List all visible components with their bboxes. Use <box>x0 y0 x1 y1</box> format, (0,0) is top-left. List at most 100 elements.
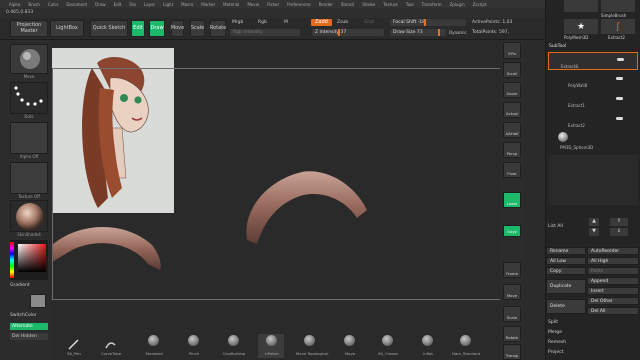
floor-button[interactable]: Floor <box>503 162 521 178</box>
draw-size-slider[interactable]: Draw Size 73 <box>390 29 446 36</box>
alternate-button[interactable]: Alternate <box>10 323 48 330</box>
brush-hpolish[interactable]: hPolish <box>258 334 284 358</box>
gxyz-button[interactable]: Gxyz <box>503 225 521 237</box>
projection-master-button[interactable]: Projection Master <box>10 20 48 37</box>
brush-pinch[interactable]: Pinch <box>180 334 206 358</box>
arrow-down-icon[interactable]: ▼ <box>589 228 599 236</box>
quick-sketch-button[interactable]: Quick Sketch <box>90 20 128 37</box>
brush-dam-standard[interactable]: Dam_Standard <box>452 334 480 358</box>
del-other-button[interactable]: Del Other <box>587 297 639 305</box>
copy-button[interactable]: Copy <box>546 267 586 275</box>
move-mode-button[interactable]: Move <box>171 20 184 37</box>
subtool-item-extract2[interactable]: Extract2 <box>548 112 638 130</box>
subtool-header[interactable]: SubTool <box>549 44 566 49</box>
arrow-up-icon[interactable]: ▲ <box>589 218 599 226</box>
project-section[interactable]: Project <box>548 350 563 355</box>
move-up-icon[interactable]: ⇑ <box>610 218 628 226</box>
brush-standard[interactable]: Standard <box>140 334 166 358</box>
rgb-toggle[interactable]: Rgb <box>258 20 267 25</box>
actual-button[interactable]: Actual <box>503 102 521 118</box>
scale-mode-button[interactable]: Scale <box>190 20 205 37</box>
list-all-button[interactable]: List All <box>548 224 563 229</box>
z-intensity-slider[interactable]: Z Intensity 37 <box>312 29 384 36</box>
menu-light[interactable]: Light <box>160 2 176 7</box>
eye-icon[interactable] <box>617 58 624 61</box>
draw-button[interactable]: Draw <box>149 20 165 37</box>
eye-icon[interactable] <box>616 77 623 80</box>
menu-render[interactable]: Render <box>316 2 336 7</box>
brush-inflat[interactable]: Inflat <box>414 334 440 358</box>
zadd-toggle[interactable]: Zadd <box>311 19 332 26</box>
menu-zplugin[interactable]: Zplugin <box>447 2 468 7</box>
rgb-intensity-slider[interactable]: Rgb Intensity <box>230 29 300 36</box>
menu-picker[interactable]: Picker <box>264 2 282 7</box>
delete-button[interactable]: Delete <box>546 299 586 314</box>
brush-move[interactable]: Move <box>336 334 362 358</box>
paste-button[interactable]: Paste <box>587 267 639 275</box>
rotate-view-button[interactable]: Rotate <box>503 326 521 342</box>
menu-draw[interactable]: Draw <box>92 2 108 7</box>
rename-button[interactable]: Rename <box>546 247 586 255</box>
autoreorder-button[interactable]: AutoReorder <box>587 247 639 255</box>
append-button[interactable]: Append <box>587 277 639 285</box>
menu-material[interactable]: Material <box>220 2 242 7</box>
all-high-button[interactable]: All High <box>587 257 639 265</box>
split-section[interactable]: Split <box>548 320 558 325</box>
m-toggle[interactable]: M <box>284 20 288 25</box>
menu-alpha[interactable]: Alpha <box>6 2 23 7</box>
brush-move-topological[interactable]: Move Topological <box>296 334 328 358</box>
spix-button[interactable]: SPix <box>503 42 521 59</box>
stroke-thumbnail[interactable] <box>10 82 48 114</box>
subtool-item-polywall[interactable]: PolyWall8 <box>548 72 638 90</box>
brush-thumbnail[interactable] <box>10 44 48 74</box>
extract2-thumb[interactable]: ʃ <box>601 19 635 34</box>
merge-section[interactable]: Merge <box>548 330 562 335</box>
color-picker[interactable] <box>10 240 48 280</box>
del-hidden-button[interactable]: Del Hidden <box>10 333 48 340</box>
brush-curvetube[interactable]: CurveTube <box>97 334 123 358</box>
aahalf-button[interactable]: AAHalf <box>503 122 521 138</box>
menu-file[interactable]: File <box>126 2 139 7</box>
menu-zscript[interactable]: Zscript <box>470 2 490 7</box>
menu-brush[interactable]: Brush <box>25 2 43 7</box>
brush-sk-crease[interactable]: SK_Crease <box>374 334 400 358</box>
local-button[interactable]: Local <box>503 192 521 208</box>
zsub-toggle[interactable]: Zsub <box>337 20 348 25</box>
move-down-icon[interactable]: ⇓ <box>610 228 628 236</box>
scale-view-button[interactable]: Scale <box>503 306 521 322</box>
persp-button[interactable]: Persp <box>503 142 521 158</box>
eye-icon[interactable] <box>616 97 623 100</box>
switchcolor-button[interactable]: SwitchColor <box>10 313 37 318</box>
material-thumbnail[interactable] <box>10 200 48 232</box>
menu-stencil[interactable]: Stencil <box>338 2 358 7</box>
zcut-toggle[interactable]: Zcut <box>364 20 374 25</box>
texture-thumbnail[interactable] <box>10 162 48 194</box>
eye-icon[interactable] <box>616 117 623 120</box>
tool-thumb-top[interactable] <box>564 0 598 12</box>
menu-marker[interactable]: Marker <box>198 2 218 7</box>
menu-movie[interactable]: Movie <box>244 2 262 7</box>
subtool-item-sphere[interactable]: PM3D_Sphere3D <box>548 132 638 150</box>
move-view-button[interactable]: Move <box>503 284 521 300</box>
rotate-mode-button[interactable]: Rotate <box>210 20 226 37</box>
menu-edit[interactable]: Edit <box>111 2 125 7</box>
scroll-button[interactable]: Scroll <box>503 62 521 78</box>
menu-layer[interactable]: Layer <box>141 2 158 7</box>
insert-button[interactable]: Insert <box>587 287 639 295</box>
remesh-section[interactable]: Remesh <box>548 340 566 345</box>
secondary-color-swatch[interactable] <box>30 294 46 308</box>
all-low-button[interactable]: All Low <box>546 257 586 265</box>
menu-color[interactable]: Color <box>45 2 61 7</box>
menu-transform[interactable]: Transform <box>419 2 445 7</box>
menu-document[interactable]: Document <box>63 2 90 7</box>
focal-shift-slider[interactable]: Focal Shift -18 <box>390 19 466 26</box>
lightbox-button[interactable]: LightBox <box>50 20 84 37</box>
zoom-button[interactable]: Zoom <box>503 82 521 98</box>
subtool-item-extract1[interactable]: Extract1 <box>548 92 638 110</box>
alpha-thumbnail[interactable] <box>10 122 48 154</box>
brush-sk-pen[interactable]: SK_Pen <box>60 334 86 358</box>
subtool-item-extract8[interactable]: Extract8 <box>548 52 638 70</box>
mrgb-toggle[interactable]: Mrgb <box>232 20 243 25</box>
menu-preferences[interactable]: Preferences <box>284 2 314 7</box>
transp-button[interactable]: Transp <box>503 344 521 360</box>
